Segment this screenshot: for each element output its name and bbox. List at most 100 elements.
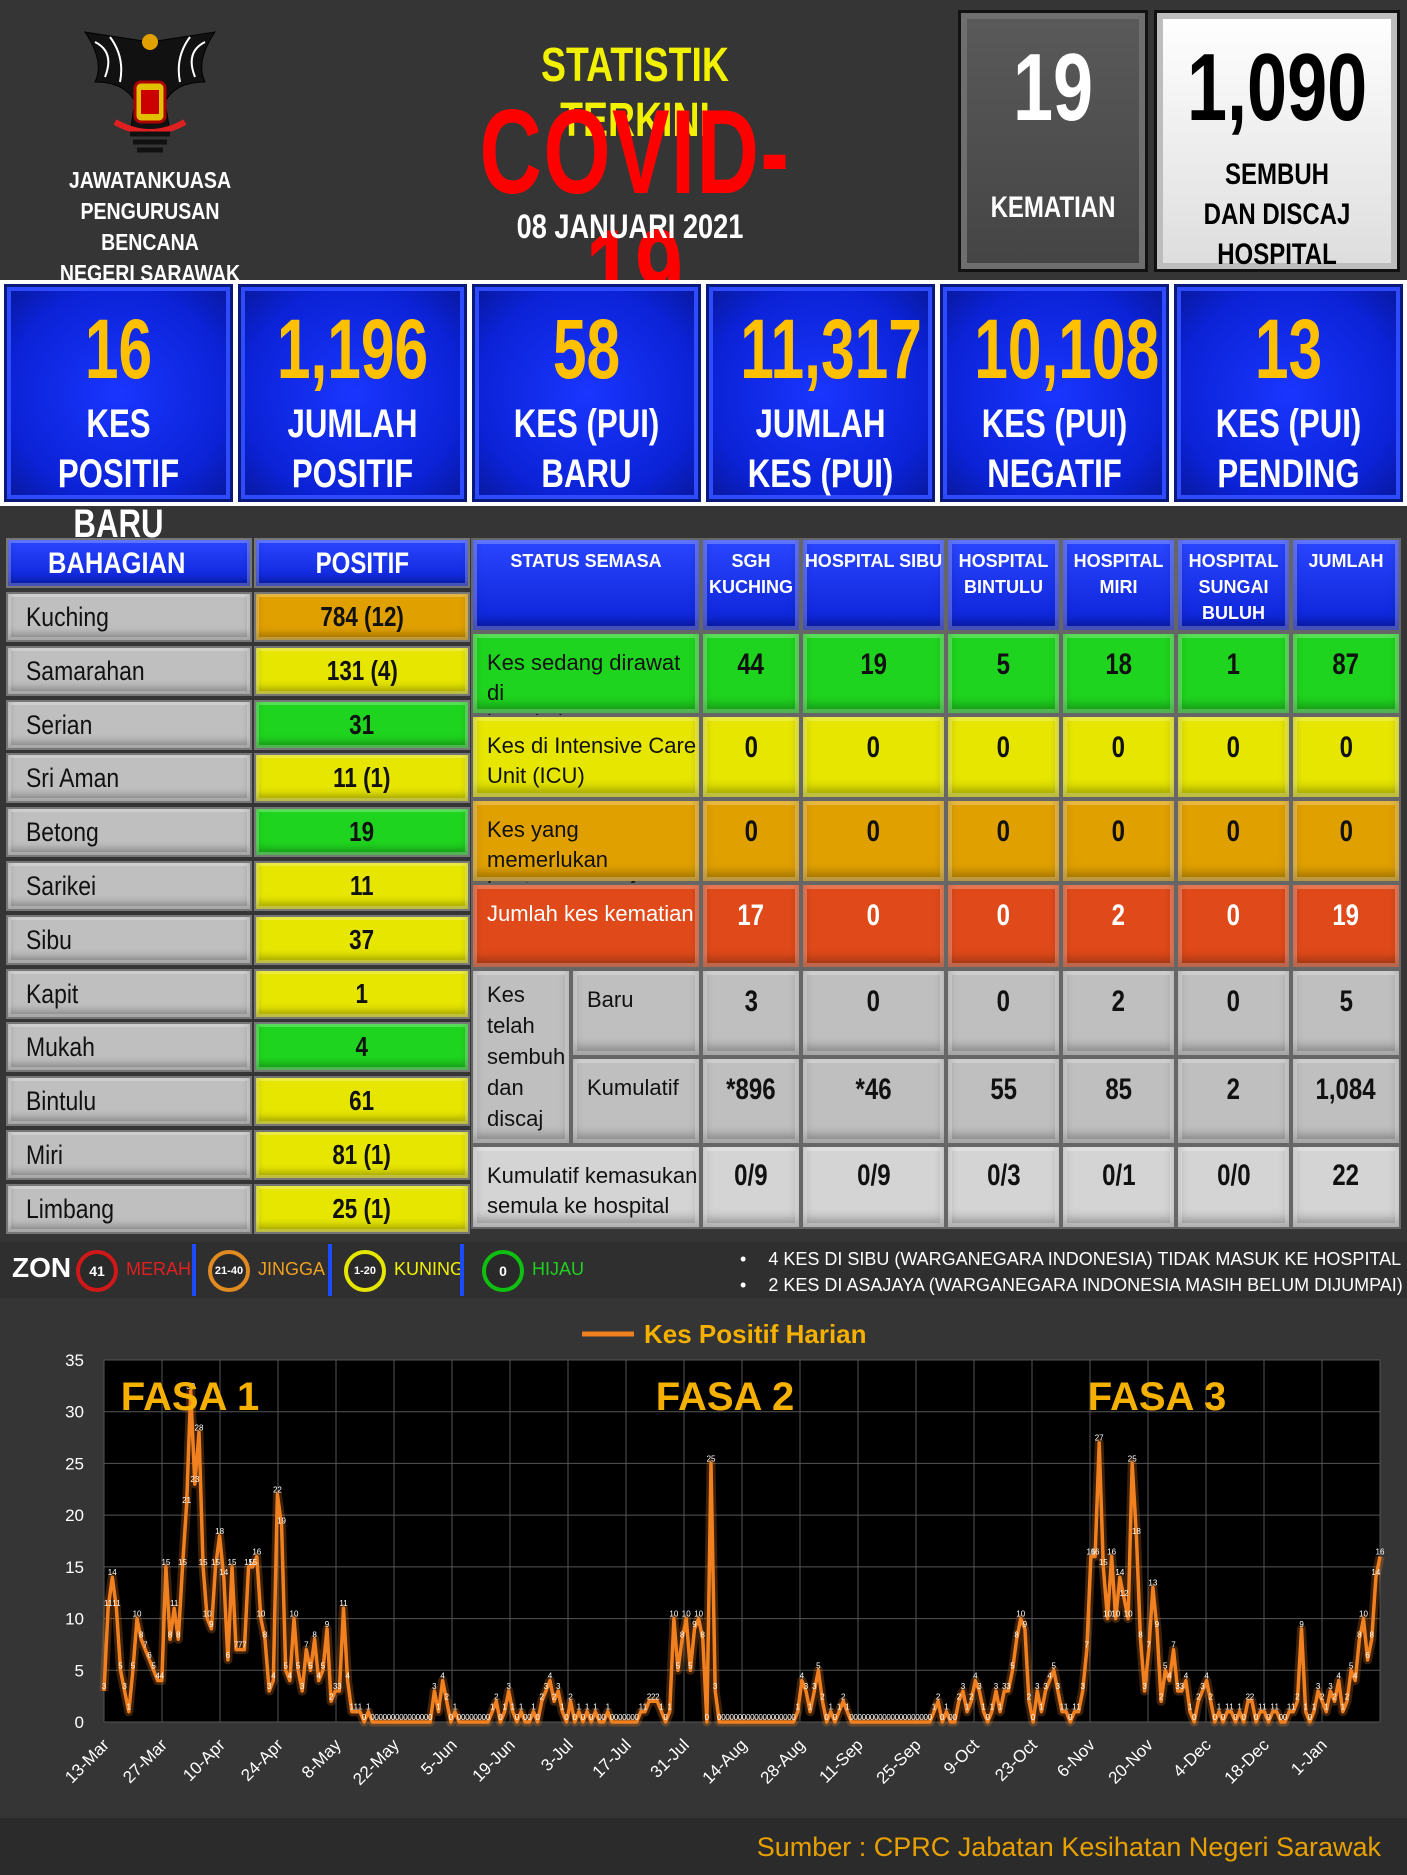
hospital-value: 19 (1291, 883, 1401, 969)
hospital-value-text: 0 (996, 899, 1011, 932)
hospital-value: 0 (801, 799, 946, 883)
stat-value: 16 (84, 302, 153, 396)
data-label: 3 (432, 1682, 437, 1691)
x-tick-label: 3-Jul (537, 1735, 576, 1774)
recovered-label-line: sembuh (487, 1044, 566, 1069)
data-label: 4 (1184, 1672, 1189, 1681)
data-label: 3 (267, 1682, 272, 1691)
data-label: 0 (581, 1713, 586, 1722)
hospital-value: 0 (1061, 799, 1176, 883)
data-label: 1 (659, 1703, 664, 1712)
stat-label-line: KES (PUI) (981, 402, 1128, 446)
data-label: 3 (102, 1682, 107, 1691)
district-value: 131 (4) (254, 645, 470, 696)
data-label: 1 (606, 1703, 611, 1712)
stat-value: 13 (1254, 302, 1323, 396)
y-tick-label: 5 (75, 1661, 84, 1680)
hospital-value-text: 0 (996, 731, 1011, 764)
hospital-value-text: 0 (866, 899, 881, 932)
district-value: 19 (254, 807, 470, 858)
stat-label-line: KES (PUI) (513, 402, 660, 446)
readmit-value-text: 0/0 (1216, 1159, 1251, 1192)
readmit-value-text: 22 (1332, 1159, 1360, 1192)
data-label: 14 (1371, 1568, 1380, 1577)
data-label: 1 (1217, 1703, 1222, 1712)
hospital-header-line: BINTULU (964, 577, 1043, 597)
data-label: 21 (182, 1496, 191, 1505)
data-label: 10 (694, 1610, 703, 1619)
data-label: 8 (168, 1630, 173, 1639)
data-label: 8 (1014, 1630, 1019, 1639)
y-tick-label: 25 (65, 1454, 84, 1473)
data-label: 4 (440, 1672, 445, 1681)
row-label-line: Kes di Intensive Care (487, 733, 697, 758)
district-value: 37 (254, 914, 470, 965)
hospital-value: 0 (701, 715, 801, 799)
data-label: 8 (1370, 1630, 1375, 1639)
hospital-header-line: JUMLAH (1308, 551, 1384, 571)
data-label: 3 (1328, 1682, 1333, 1691)
x-tick-label: 8-May (298, 1735, 345, 1782)
stat-label: KES POSITIF BARU (32, 399, 206, 549)
data-label: 3 (1056, 1682, 1061, 1691)
district-row: Sri Aman 11 (1) (6, 753, 470, 805)
district-name-text: Kuching (26, 602, 109, 632)
recovered-value-text: 0 (996, 985, 1011, 1018)
data-label: 22 (273, 1485, 282, 1494)
data-label: 5 (321, 1661, 326, 1670)
data-label: 15 (161, 1558, 170, 1567)
stat-box: 10,108 KES (PUI) NEGATIF (940, 284, 1169, 502)
hospital-header: JUMLAH (1291, 538, 1401, 632)
x-tick-label: 19-Jun (469, 1735, 519, 1785)
data-label: 5 (816, 1661, 821, 1670)
data-label: 9 (209, 1620, 214, 1629)
data-label: 3 (994, 1682, 999, 1691)
hospital-value: 0 (801, 883, 946, 969)
stat-value: 1,196 (276, 302, 429, 396)
data-label: 3 (544, 1682, 549, 1691)
notes: 4 KES DI SIBU (WARGANEGARA INDONESIA) TI… (740, 1246, 1402, 1298)
hospital-value: 44 (701, 632, 801, 715)
header-positif-text: POSITIF (315, 547, 409, 580)
data-label: 16 (1091, 1548, 1100, 1557)
data-label: 1 (643, 1703, 648, 1712)
stat-label-line: JUMLAH (287, 402, 418, 446)
data-label: 4 (271, 1672, 276, 1681)
data-label: 5 (118, 1661, 123, 1670)
data-label: 15 (228, 1558, 237, 1567)
district-value: 25 (1) (254, 1183, 470, 1234)
readmit-value-text: 0/1 (1101, 1159, 1136, 1192)
district-name: Bintulu (6, 1076, 252, 1127)
data-label: 3 (1006, 1682, 1011, 1691)
header-positif: POSITIF (254, 538, 470, 588)
data-label: 6 (147, 1651, 152, 1660)
data-label: 0 (1283, 1713, 1288, 1722)
data-label: 0 (449, 1713, 454, 1722)
district-name-text: Sibu (26, 924, 72, 955)
hospital-value: 18 (1061, 632, 1176, 715)
data-label: 0 (1068, 1713, 1073, 1722)
data-label: 3 (977, 1682, 982, 1691)
data-label: 5 (1052, 1661, 1057, 1670)
x-tick-label: 22-May (349, 1735, 403, 1789)
data-label: 11 (170, 1599, 179, 1608)
data-label: 1 (366, 1703, 371, 1712)
data-label: 6 (1365, 1651, 1370, 1660)
recovered-value-text: 2 (1226, 1073, 1241, 1106)
data-label: 10 (290, 1610, 299, 1619)
data-label: 1 (531, 1703, 536, 1712)
x-tick-label: 10-Apr (179, 1735, 229, 1785)
data-label: 3 (812, 1682, 817, 1691)
data-label: 5 (676, 1661, 681, 1670)
recovered-value-text: *896 (726, 1073, 776, 1106)
recovered-value-text: 0 (866, 985, 881, 1018)
recovered-value: 2 (1061, 969, 1176, 1057)
data-label: 4 (548, 1672, 553, 1681)
data-label: 0 (527, 1713, 532, 1722)
zone-circle: 41 (76, 1250, 118, 1292)
recovered-sub-label-text: Kumulatif (587, 1075, 679, 1100)
recovered-value: *896 (701, 1057, 801, 1145)
x-tick-label: 9-Oct (940, 1735, 983, 1778)
district-name-text: Betong (26, 817, 99, 848)
hospital-value: 87 (1291, 632, 1401, 715)
